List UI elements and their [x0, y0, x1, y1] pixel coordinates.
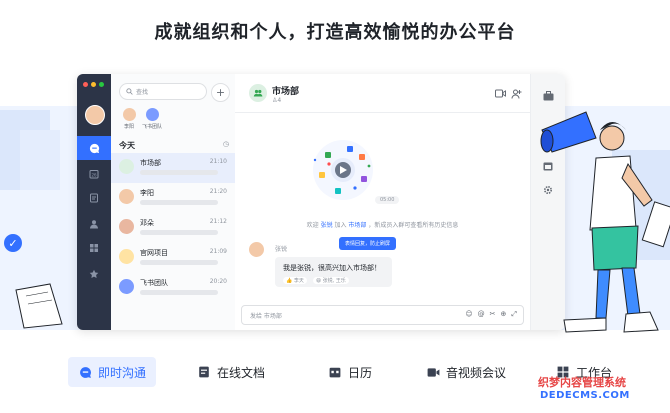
nav-contacts-icon[interactable] [86, 216, 102, 232]
message-preview [140, 170, 218, 175]
emoji-icon[interactable]: ☺ [465, 310, 472, 319]
chat-icon [78, 365, 92, 379]
svg-text:26: 26 [91, 173, 97, 178]
message-preview [140, 290, 218, 295]
list-item-time: 21:12 [209, 218, 227, 225]
nav-chat-icon[interactable] [77, 136, 111, 160]
team-avatar [119, 279, 134, 294]
paper-illustration [15, 283, 63, 329]
toolbox-icon[interactable] [542, 90, 554, 102]
nav-workplace-icon[interactable] [86, 240, 102, 256]
scissors-icon[interactable]: ✂ [490, 310, 496, 319]
message-text: 我是张锐，很高兴加入市场部！ [283, 264, 381, 272]
message-bubble[interactable]: 我是张锐，很高兴加入市场部！ 👍 李天 😄 张锐, 王乐 [275, 257, 392, 287]
chat-header: 市场部 ♙4 [235, 74, 530, 113]
tab-label: 在线文档 [217, 365, 266, 380]
check-badge-icon: ✓ [4, 234, 22, 252]
avatar [122, 108, 136, 121]
add-member-icon[interactable] [511, 88, 522, 99]
create-button[interactable]: + [211, 83, 230, 102]
tab-video-meeting[interactable]: 音视频会议 [426, 357, 506, 387]
list-item[interactable]: 飞书团队 20:20 [111, 273, 235, 303]
app-icons-illustration [299, 132, 399, 202]
message-preview [140, 230, 218, 235]
video-icon [426, 365, 440, 379]
today-section-header: 今天 ◷ [119, 140, 229, 151]
message-preview [140, 260, 218, 265]
message-composer[interactable]: 发给 市场部 ☺ @ ✂ ⊕ ⤢ [241, 305, 524, 325]
member-count-value: 4 [277, 97, 282, 104]
list-item[interactable]: 官网项目 21:09 [111, 243, 235, 273]
tab-online-docs[interactable]: 在线文档 [197, 357, 265, 387]
list-item-time: 21:20 [209, 188, 227, 195]
message-preview [140, 200, 218, 205]
avatar [119, 249, 134, 264]
nav-bar: 26 [77, 74, 111, 330]
system-message: 欢迎 张锐 加入 市场部 ，新成员入群可查看所有历史信息 [306, 222, 459, 229]
quick-contact-label: 飞书团队 [141, 124, 162, 130]
person-with-telescope-illustration [540, 111, 670, 333]
today-label: 今天 [119, 141, 135, 150]
quick-contact-label: 李阳 [123, 124, 134, 130]
group-name: 市场部 [272, 87, 300, 97]
search-input[interactable]: 查找 [119, 83, 207, 100]
group-avatar [249, 84, 267, 102]
tab-calendar[interactable]: 日历 [328, 357, 372, 387]
reaction-chip[interactable]: 👍 李天 [283, 277, 307, 284]
video-call-icon[interactable] [495, 88, 506, 99]
list-item-name: 邓朵 [140, 219, 154, 227]
calendar-icon [328, 365, 342, 379]
expand-icon[interactable]: ⤢ [511, 310, 517, 319]
watermark-text: 织梦内容管理系统 [538, 376, 626, 389]
tab-instant-messaging[interactable]: 即时沟通 [68, 357, 157, 387]
avatar[interactable] [85, 105, 105, 125]
tab-label: 日历 [348, 365, 373, 380]
tooltip: 表情回复，防止刷屏 [339, 237, 397, 250]
quick-contact[interactable]: 飞书团队 [138, 108, 166, 130]
avatar [119, 159, 134, 174]
chat-pane: 市场部 ♙4 05:00 欢迎 张锐 加入 市场部 ，新成员入群可查看所有历史信… [235, 74, 530, 330]
composer-placeholder: 发给 市场部 [250, 313, 282, 320]
avatar [119, 219, 134, 234]
list-item-name: 李阳 [140, 189, 154, 197]
list-item-name: 官网项目 [140, 249, 168, 257]
member-count: ♙4 [272, 97, 281, 104]
tab-label: 即时沟通 [98, 365, 147, 380]
avatar [119, 189, 134, 204]
clock-icon: ◷ [222, 140, 229, 148]
background-block [20, 130, 60, 190]
list-item-name: 市场部 [140, 159, 161, 167]
list-item-name: 飞书团队 [140, 279, 168, 287]
reactions: 👍 李天 😄 张锐, 王乐 [283, 277, 349, 284]
tab-label: 音视频会议 [446, 365, 507, 380]
group-link[interactable]: 市场部 [348, 222, 366, 229]
add-icon[interactable]: ⊕ [501, 310, 507, 319]
search-placeholder: 查找 [136, 89, 149, 96]
nav-doc-icon[interactable] [86, 190, 102, 206]
mention-icon[interactable]: @ [478, 310, 485, 319]
composer-tools: ☺ @ ✂ ⊕ ⤢ [465, 310, 517, 319]
list-item-time: 21:09 [209, 248, 227, 255]
nav-favorites-icon[interactable] [86, 266, 102, 282]
conversation-list-pane: 查找 + 李阳 飞书团队 今天 ◷ 市场部 21:10 李阳 21:20 邓朵 … [111, 74, 236, 330]
hero-title: 成就组织和个人，打造高效愉悦的办公平台 [154, 22, 516, 43]
watermark-url: DEDECMS.COM [540, 390, 630, 401]
list-item[interactable]: 李阳 21:20 [111, 183, 235, 213]
team-avatar [145, 108, 159, 121]
user-link[interactable]: 张锐 [321, 222, 333, 229]
list-item[interactable]: 市场部 21:10 [111, 153, 235, 183]
app-window: 26 查找 + 李阳 飞书团队 今天 ◷ 市场部 21:10 李阳 21:20 … [77, 74, 565, 330]
list-item-time: 20:20 [209, 278, 227, 285]
reaction-chip[interactable]: 😄 张锐, 王乐 [312, 277, 349, 284]
sender-name: 张锐 [275, 246, 288, 253]
list-item[interactable]: 邓朵 21:12 [111, 213, 235, 243]
list-item-time: 21:10 [209, 158, 227, 165]
duration-badge: 05:00 [375, 196, 400, 204]
avatar[interactable] [249, 242, 264, 257]
window-controls[interactable] [83, 82, 104, 87]
nav-calendar-icon[interactable]: 26 [86, 166, 102, 182]
doc-icon [197, 365, 211, 379]
search-icon [126, 88, 133, 95]
